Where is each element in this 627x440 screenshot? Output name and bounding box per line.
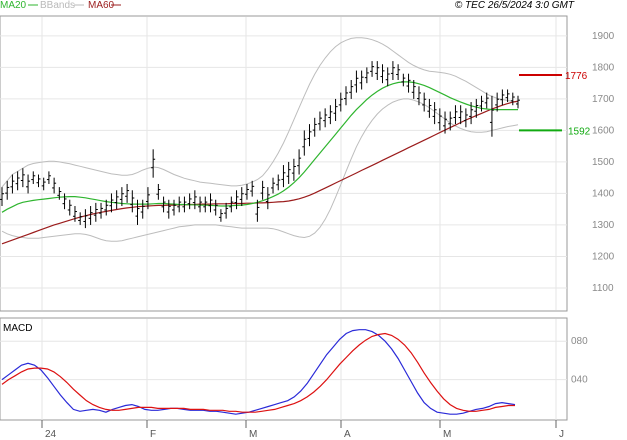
macd-tick-label: 080	[571, 336, 588, 347]
price-panel	[0, 15, 568, 312]
time-tick-label: 24	[45, 429, 57, 440]
legend-ma60: MA60	[88, 0, 115, 11]
chart-legend: MA20 BBands MA60	[0, 0, 121, 11]
price-tick-label: 1400	[592, 188, 615, 199]
chart-canvas: MA20 BBands MA60 © TEC 26/5/2024 3:0 GMT…	[0, 0, 615, 440]
time-tick-label: F	[150, 429, 156, 440]
macd-tick-label: 040	[571, 375, 588, 386]
macd-panel	[0, 317, 568, 421]
time-tick-label: M	[249, 429, 257, 440]
time-axis: 24 F M A M J	[41, 420, 564, 440]
legend-ma20: MA20	[0, 0, 27, 11]
price-tick-label: 1200	[592, 251, 615, 262]
legend-bbands: BBands	[40, 0, 75, 11]
time-tick-label: M	[443, 429, 451, 440]
price-tick-label: 1600	[592, 125, 615, 136]
level-label-1592: 1592	[568, 126, 591, 137]
macd-axis: 040 080	[571, 336, 588, 385]
price-tick-label: 1700	[592, 94, 615, 105]
time-tick-label: A	[344, 429, 351, 440]
level-label-1776: 1776	[565, 71, 588, 82]
price-tick-label: 1300	[592, 220, 615, 231]
macd-title: MACD	[3, 323, 32, 334]
price-tick-label: 1900	[592, 31, 615, 42]
price-tick-label: 1800	[592, 62, 615, 73]
copyright-text: © TEC 26/5/2024 3:0 GMT	[455, 0, 575, 11]
price-axis: 1100 1200 1300 1400 1500 1600 1700 1800 1900 1776…	[565, 31, 615, 294]
price-tick-label: 1500	[592, 157, 615, 168]
price-tick-label: 1100	[592, 283, 614, 294]
time-tick-label: J	[559, 429, 564, 440]
